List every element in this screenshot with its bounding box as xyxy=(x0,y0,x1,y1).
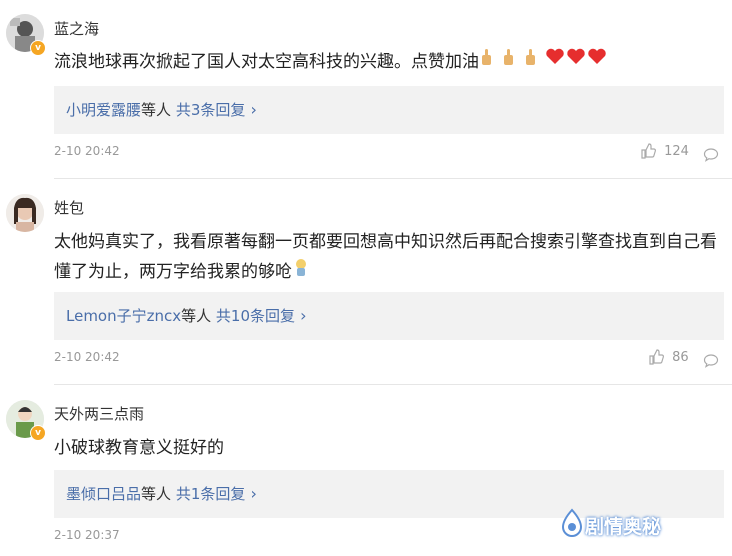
reply-users-link[interactable]: Lemon子宁zncx xyxy=(66,307,181,325)
watermark-text: 剧情奥秘 xyxy=(585,516,662,538)
reply-suffix: 等人 xyxy=(181,307,212,325)
divider xyxy=(54,384,732,385)
comment-text: 小破球教育意义挺好的 xyxy=(54,433,718,463)
comment-text-content: 太他妈真实了，我看原著每翻一页都要回想高中知识然后再配合搜索引擎查找直到自己看懂… xyxy=(54,232,717,282)
reply-summary[interactable]: 墨倾口吕品等人 共1条回复 › xyxy=(54,470,724,518)
comment-text: 流浪地球再次掀起了国人对太空高科技的兴趣。点赞加油 xyxy=(54,47,718,77)
avatar[interactable] xyxy=(6,194,44,232)
username[interactable]: 天外两三点雨 xyxy=(54,403,144,424)
reply-button[interactable] xyxy=(703,350,719,369)
verified-badge-icon: v xyxy=(30,425,46,441)
comment-text-content: 小破球教育意义挺好的 xyxy=(54,438,224,458)
comment-text-content: 流浪地球再次掀起了国人对太空高科技的兴趣。点赞加油 xyxy=(54,52,479,72)
reply-count-link[interactable]: 共10条回复 xyxy=(216,307,295,325)
reply-button[interactable] xyxy=(703,144,719,163)
reply-users-link[interactable]: 小明爱露腰 xyxy=(66,101,141,119)
reply-summary[interactable]: Lemon子宁zncx等人 共10条回复 › xyxy=(54,292,724,340)
watermark-logo-icon xyxy=(560,508,584,542)
comment-bubble-icon xyxy=(703,353,719,368)
chevron-right-icon: › xyxy=(245,484,257,503)
username[interactable]: 姓包 xyxy=(54,197,84,218)
divider xyxy=(54,178,732,179)
reply-users-link[interactable]: 墨倾口吕品 xyxy=(66,485,141,503)
timestamp: 2-10 20:42 xyxy=(54,144,120,158)
reply-count-link[interactable]: 共1条回复 xyxy=(176,485,246,503)
thumbs-up-icon xyxy=(641,143,656,159)
timestamp: 2-10 20:42 xyxy=(54,350,120,364)
chevron-right-icon: › xyxy=(295,306,307,325)
username[interactable]: 蓝之海 xyxy=(54,18,99,39)
like-button[interactable]: 124 xyxy=(640,143,689,159)
thumbs-up-emoji-icon xyxy=(479,47,545,77)
like-count: 124 xyxy=(664,143,689,159)
comment-bubble-icon xyxy=(703,147,719,162)
verified-badge-icon: v xyxy=(30,40,46,56)
reply-suffix: 等人 xyxy=(141,485,172,503)
comment-text: 太他妈真实了，我看原著每翻一页都要回想高中知识然后再配合搜索引擎查找直到自己看懂… xyxy=(54,227,718,287)
thumbs-up-icon xyxy=(649,349,664,365)
like-button[interactable]: 86 xyxy=(648,349,689,365)
reply-summary[interactable]: 小明爱露腰等人 共3条回复 › xyxy=(54,86,724,134)
reply-count-link[interactable]: 共3条回复 xyxy=(176,101,246,119)
like-count: 86 xyxy=(672,349,689,365)
exhausted-emoji-icon xyxy=(292,257,310,287)
reply-suffix: 等人 xyxy=(141,101,172,119)
heart-emoji-icon xyxy=(545,47,607,77)
timestamp: 2-10 20:37 xyxy=(54,528,120,542)
chevron-right-icon: › xyxy=(245,100,257,119)
